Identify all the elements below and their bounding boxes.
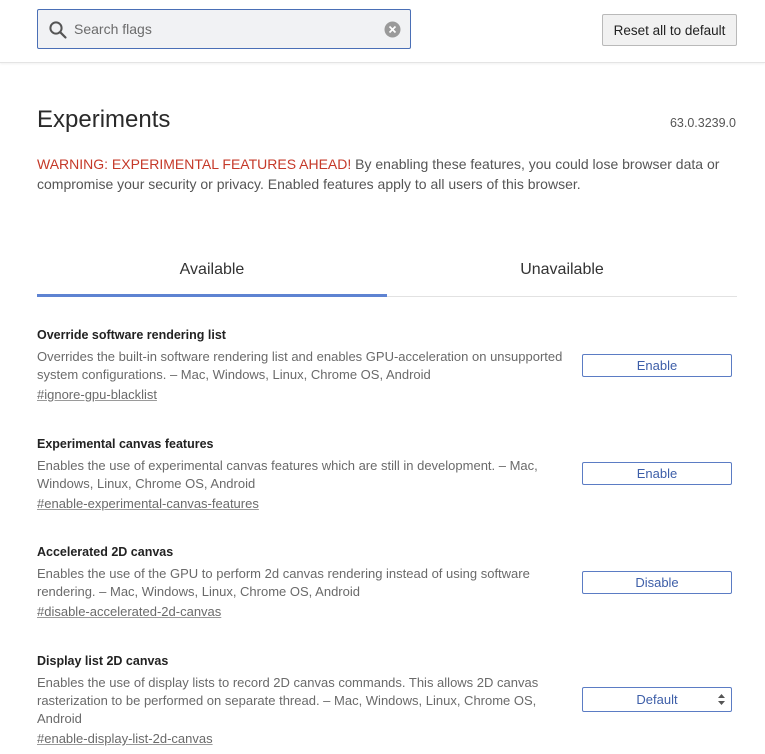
active-tab-indicator [37,294,387,297]
warning-message: WARNING: EXPERIMENTAL FEATURES AHEAD! By… [37,155,727,194]
warning-heading: WARNING: EXPERIMENTAL FEATURES AHEAD! [37,156,352,172]
flag-description: Enables the use of experimental canvas f… [37,458,538,491]
flag-title: Accelerated 2D canvas [37,545,174,559]
tab-unavailable[interactable]: Unavailable [387,248,737,294]
flag-item-enable-display-list-2d-canvas: Display list 2D canvas Enables the use o… [37,654,737,748]
flag-link[interactable]: #enable-experimental-canvas-features [37,495,259,513]
up-down-arrows-icon [718,694,725,705]
flag-description: Overrides the built-in software renderin… [37,349,563,382]
search-icon [49,21,67,39]
search-input[interactable] [74,18,374,40]
flag-link[interactable]: #enable-display-list-2d-canvas [37,730,213,748]
flag-title: Experimental canvas features [37,437,214,451]
flag-link[interactable]: #ignore-gpu-blacklist [37,386,157,404]
enable-button[interactable]: Enable [582,462,732,485]
flag-title: Display list 2D canvas [37,654,169,668]
header-bar: Reset all to default [0,0,765,63]
page-title: Experiments [37,106,171,133]
default-select[interactable]: Default [582,687,732,712]
tab-available[interactable]: Available [37,248,387,294]
tab-bar: Available Unavailable [37,248,737,297]
flag-link[interactable]: #disable-accelerated-2d-canvas [37,603,221,621]
select-value: Default [636,692,678,707]
flag-item-enable-experimental-canvas-features: Experimental canvas features Enables the… [37,437,737,513]
flag-item-ignore-gpu-blacklist: Override software rendering list Overrid… [37,328,737,404]
reset-all-button[interactable]: Reset all to default [602,14,737,46]
flag-description: Enables the use of the GPU to perform 2d… [37,566,530,599]
flag-item-disable-accelerated-2d-canvas: Accelerated 2D canvas Enables the use of… [37,545,737,621]
clear-icon[interactable] [384,21,401,38]
search-box[interactable] [37,9,411,49]
flag-description: Enables the use of display lists to reco… [37,675,539,726]
flag-title: Override software rendering list [37,328,226,342]
enable-button[interactable]: Enable [582,354,732,377]
disable-button[interactable]: Disable [582,571,732,594]
version-number: 63.0.3239.0 [669,116,736,130]
